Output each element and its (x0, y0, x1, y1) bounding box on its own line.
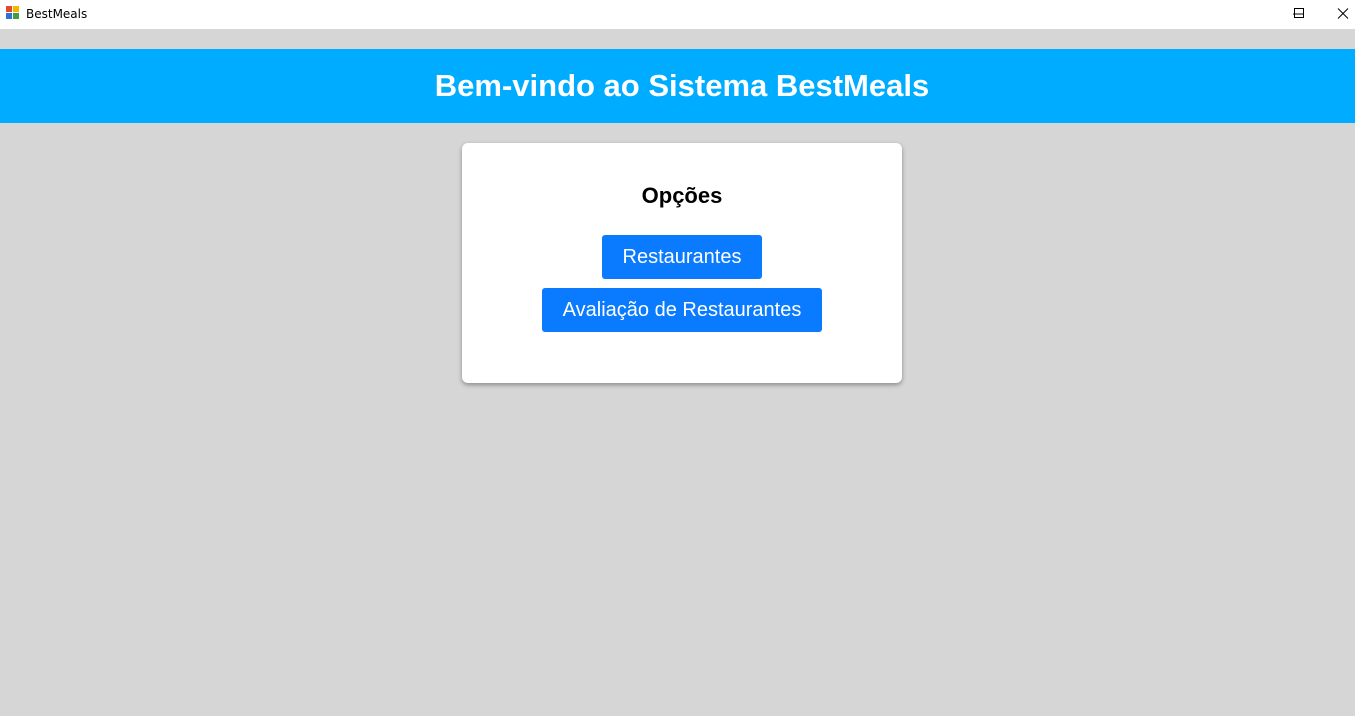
welcome-header: Bem-vindo ao Sistema BestMeals (0, 49, 1355, 123)
header-title: Bem-vindo ao Sistema BestMeals (434, 68, 930, 103)
close-button[interactable] (1326, 0, 1355, 29)
maximize-button[interactable] (1281, 0, 1327, 29)
close-icon (1337, 8, 1349, 19)
window-titlebar[interactable]: BestMeals (0, 0, 1355, 29)
avaliacao-restaurantes-button[interactable]: Avaliação de Restaurantes (542, 288, 822, 332)
options-title: Opções (641, 183, 723, 208)
options-card: Opções Restaurantes Avaliação de Restaur… (462, 143, 902, 383)
window-title: BestMeals (26, 7, 88, 21)
maximize-icon (1294, 8, 1304, 18)
restaurantes-button[interactable]: Restaurantes (602, 235, 762, 279)
app-icon (6, 6, 20, 20)
